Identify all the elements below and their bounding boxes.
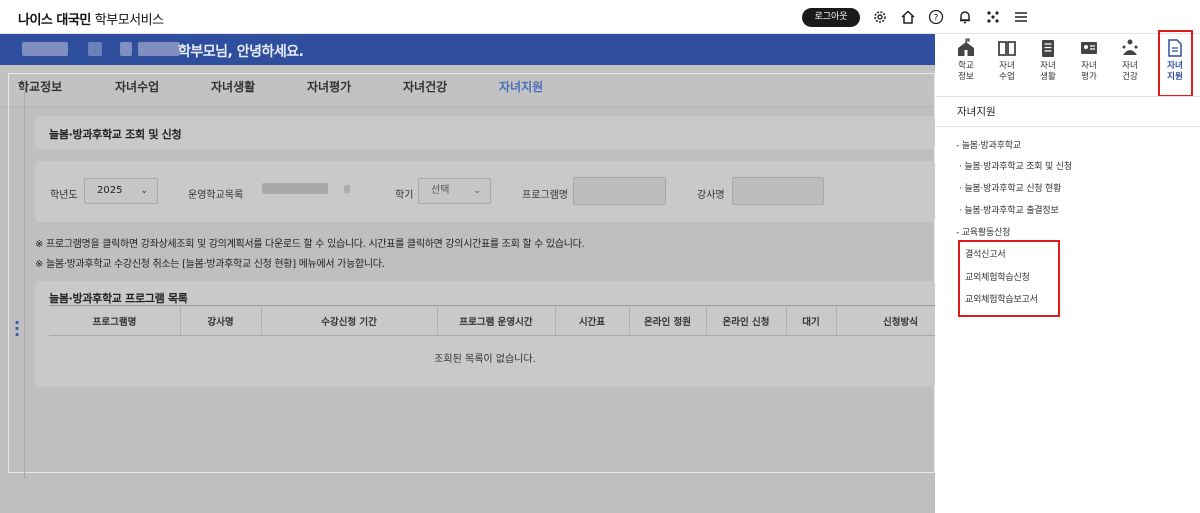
quick-label-bottom: 평가 xyxy=(1081,72,1097,82)
school-icon xyxy=(951,37,981,61)
health-icon xyxy=(1115,37,1145,61)
blurred-student-name xyxy=(88,42,102,56)
greeting-bar: 학부모님, 안녕하세요. xyxy=(0,34,935,65)
program-table-card: 늘봄·방과후학교 프로그램 목록 xyxy=(35,281,935,387)
quick-label-top: 학교 xyxy=(958,61,974,71)
col-run-time[interactable]: 프로그램 운영시간 xyxy=(437,314,555,328)
table-header-bottom-rule xyxy=(49,335,935,336)
term-label: 학기 xyxy=(395,190,414,201)
blurred-dot xyxy=(344,185,350,193)
blurred-parent-name xyxy=(138,42,180,56)
book-icon xyxy=(992,37,1022,61)
quick-label-top: 자녀 xyxy=(1122,61,1138,71)
chevron-down-icon: ⌄ xyxy=(140,186,148,196)
quick-label-top: 자녀 xyxy=(999,61,1015,71)
quick-label-top: 자녀 xyxy=(1040,61,1056,71)
menu-item-afterschool-status[interactable]: · 늘봄·방과후학교 신청 현황 xyxy=(959,181,1061,194)
bell-icon[interactable] xyxy=(957,9,973,25)
top-bar: 나이스 대국민 학부모서비스 로그아웃 ? xyxy=(0,0,1200,34)
col-online-capacity[interactable]: 온라인 정원 xyxy=(629,314,706,328)
menu-group-afterschool[interactable]: - 늘봄·방과후학교 xyxy=(956,138,1021,151)
table-title: 늘봄·방과후학교 프로그램 목록 xyxy=(49,292,188,305)
term-select[interactable]: 선택 ⌄ xyxy=(418,178,491,204)
service-name: 학부모서비스 xyxy=(94,13,164,28)
quick-child-class[interactable]: 자녀 수업 xyxy=(992,37,1022,83)
drawer-divider xyxy=(935,126,1200,127)
menu-icon[interactable] xyxy=(1013,9,1029,25)
grade-year-select[interactable]: 2025 ⌄ xyxy=(84,178,158,204)
svg-text:?: ? xyxy=(934,14,939,24)
title-card: 늘봄·방과후학교 조회 및 신청 xyxy=(35,116,935,149)
term-value: 선택 xyxy=(431,185,450,196)
side-divider xyxy=(24,80,25,479)
home-icon[interactable] xyxy=(900,9,916,25)
grade-year-value: 2025 xyxy=(97,185,123,196)
menu-item-afterschool-apply[interactable]: · 늘봄·방과후학교 조회 및 신청 xyxy=(959,159,1072,172)
table-header-top-rule xyxy=(49,305,935,306)
side-handle-icon[interactable]: · · · xyxy=(14,315,20,343)
col-timetable[interactable]: 시간표 xyxy=(555,314,629,328)
apps-icon[interactable] xyxy=(985,9,1001,25)
quick-label-bottom: 수업 xyxy=(999,72,1015,82)
notice-line-2: ※ 늘봄·방과후학교 수강신청 취소는 [늘봄·방과후학교 신청 현황] 메뉴에… xyxy=(35,259,385,270)
page-title: 늘봄·방과후학교 조회 및 신청 xyxy=(49,128,182,141)
blurred-school-select[interactable] xyxy=(262,183,328,194)
notice-line-1: ※ 프로그램명을 클릭하면 강좌상세조회 및 강의계획서를 다운로드 할 수 있… xyxy=(35,239,585,250)
menu-item-afterschool-attendance[interactable]: · 늘봄·방과후학교 출결정보 xyxy=(959,203,1059,216)
highlight-box-menu xyxy=(958,240,1060,317)
program-name-input[interactable] xyxy=(573,177,666,205)
id-card-icon xyxy=(1074,37,1104,61)
col-apply-method[interactable]: 신청방식 xyxy=(836,314,935,328)
logout-button[interactable]: 로그아웃 xyxy=(802,8,860,27)
quick-label-bottom: 정보 xyxy=(958,72,974,82)
col-online-applied[interactable]: 온라인 신청 xyxy=(706,314,786,328)
quick-child-life[interactable]: 자녀 생활 xyxy=(1033,37,1063,83)
chevron-down-icon: ⌄ xyxy=(473,186,481,196)
highlight-box-quick xyxy=(1158,30,1193,97)
help-icon[interactable]: ? xyxy=(928,9,944,25)
quick-label-bottom: 건강 xyxy=(1122,72,1138,82)
quick-child-eval[interactable]: 자녀 평가 xyxy=(1074,37,1104,83)
quick-label-bottom: 생활 xyxy=(1040,72,1056,82)
greeting-text: 학부모님, 안녕하세요. xyxy=(178,44,304,60)
quick-school-info[interactable]: 학교 정보 xyxy=(951,37,981,83)
program-name-label: 프로그램명 xyxy=(522,190,568,201)
blurred-school-name xyxy=(22,42,68,56)
menu-group-education-activity[interactable]: - 교육활동신청 xyxy=(956,225,1010,238)
empty-table-message: 조회된 목록이 없습니다. xyxy=(434,354,536,365)
col-teacher[interactable]: 강사명 xyxy=(180,314,261,328)
quick-label-top: 자녀 xyxy=(1081,61,1097,71)
col-waiting[interactable]: 대기 xyxy=(786,314,836,328)
quick-child-health[interactable]: 자녀 건강 xyxy=(1115,37,1145,83)
teacher-name-input[interactable] xyxy=(732,177,824,205)
brand-name: 나이스 대국민 xyxy=(18,13,91,28)
checklist-icon xyxy=(1033,37,1063,61)
col-apply-period[interactable]: 수강신청 기간 xyxy=(261,314,437,328)
brand-logo[interactable]: 나이스 대국민 학부모서비스 xyxy=(18,9,164,28)
school-list-label: 운영학교목록 xyxy=(188,190,244,201)
blurred-label xyxy=(120,42,132,56)
gear-icon[interactable] xyxy=(872,9,888,25)
drawer-section-title: 자녀지원 xyxy=(957,106,996,118)
teacher-name-label: 강사명 xyxy=(697,190,725,201)
grade-year-label: 학년도 xyxy=(50,190,78,201)
drawer-divider xyxy=(935,96,1200,97)
col-program-name[interactable]: 프로그램명 xyxy=(49,314,180,328)
